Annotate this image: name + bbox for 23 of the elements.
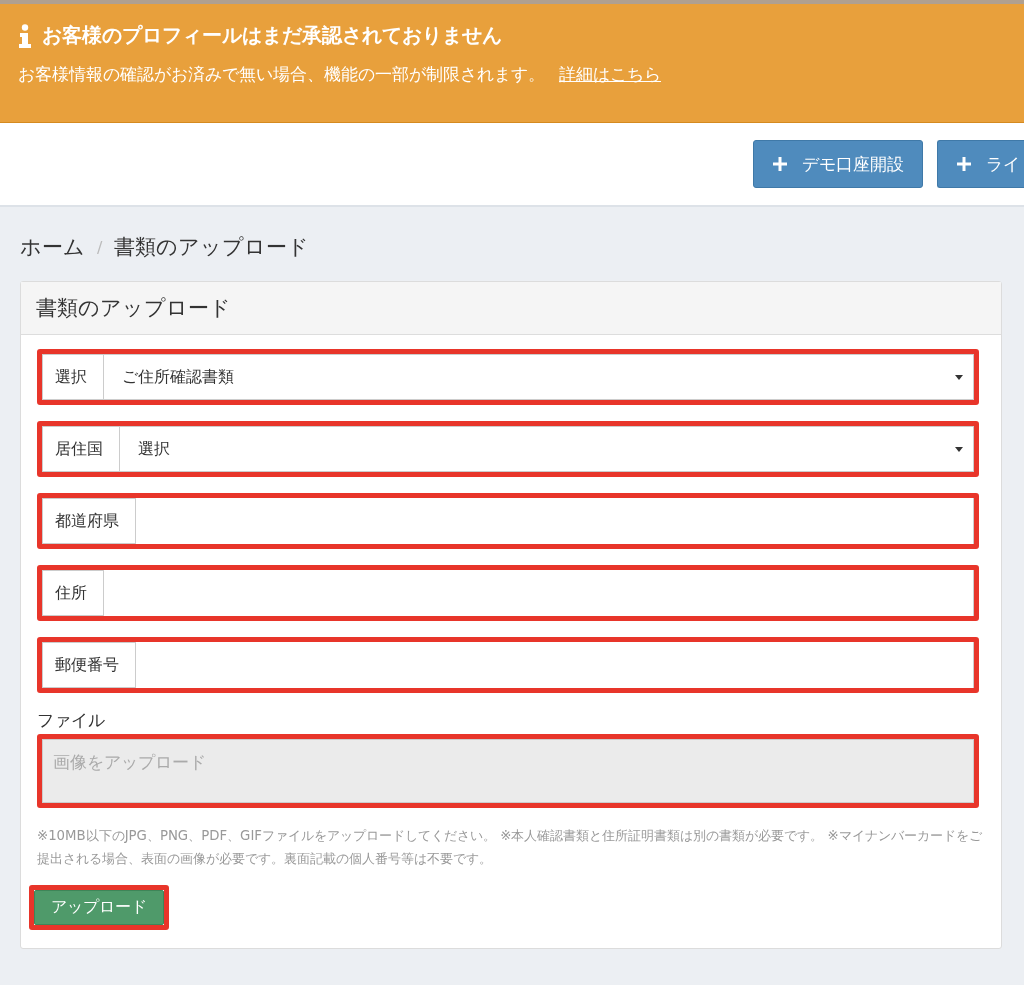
input-field[interactable]: 郵便番号: [42, 642, 974, 688]
file-label: ファイル: [37, 709, 106, 732]
add-button[interactable]: ライ: [937, 140, 1024, 188]
file-upload-field[interactable]: 画像をアップロード: [42, 739, 974, 803]
select-field[interactable]: 選択 ご住所確認書類: [42, 354, 974, 400]
alert-title: お客様のプロフィールはまだ承認されておりません: [42, 22, 502, 49]
select-value: 選択: [137, 438, 171, 460]
info-icon: [18, 23, 32, 48]
help-text: ※10MB以下のJPG、PNG、PDF、GIFファイルをアップロードしてください。 ※本人確認書類と住所証明書類は別の書類が必要です。 ※マイナンバーカードをご提出される場合、表面の画像が必要です。裏面記載の個人番号等は不要です。: [37, 827, 983, 869]
input-field[interactable]: 住所: [42, 570, 974, 616]
select-field[interactable]: 居住国 選択: [42, 426, 974, 472]
input-field[interactable]: 都道府県: [42, 498, 974, 544]
select-value: ご住所確認書類: [121, 366, 235, 388]
breadcrumb-item[interactable]: ホーム: [20, 233, 85, 261]
caret-icon: [955, 446, 963, 452]
breadcrumb-separator: /: [97, 237, 103, 257]
plus-icon: [772, 156, 788, 172]
panel-title: 書類のアップロード: [36, 296, 231, 320]
plus-icon: [956, 156, 972, 172]
add-button[interactable]: デモ口座開設: [753, 140, 923, 188]
breadcrumb-item: 書類のアップロード: [114, 234, 310, 261]
caret-icon: [955, 374, 963, 380]
alert-message: お客様情報の確認がお済みで無い場合、機能の一部が制限されます。: [18, 63, 545, 86]
